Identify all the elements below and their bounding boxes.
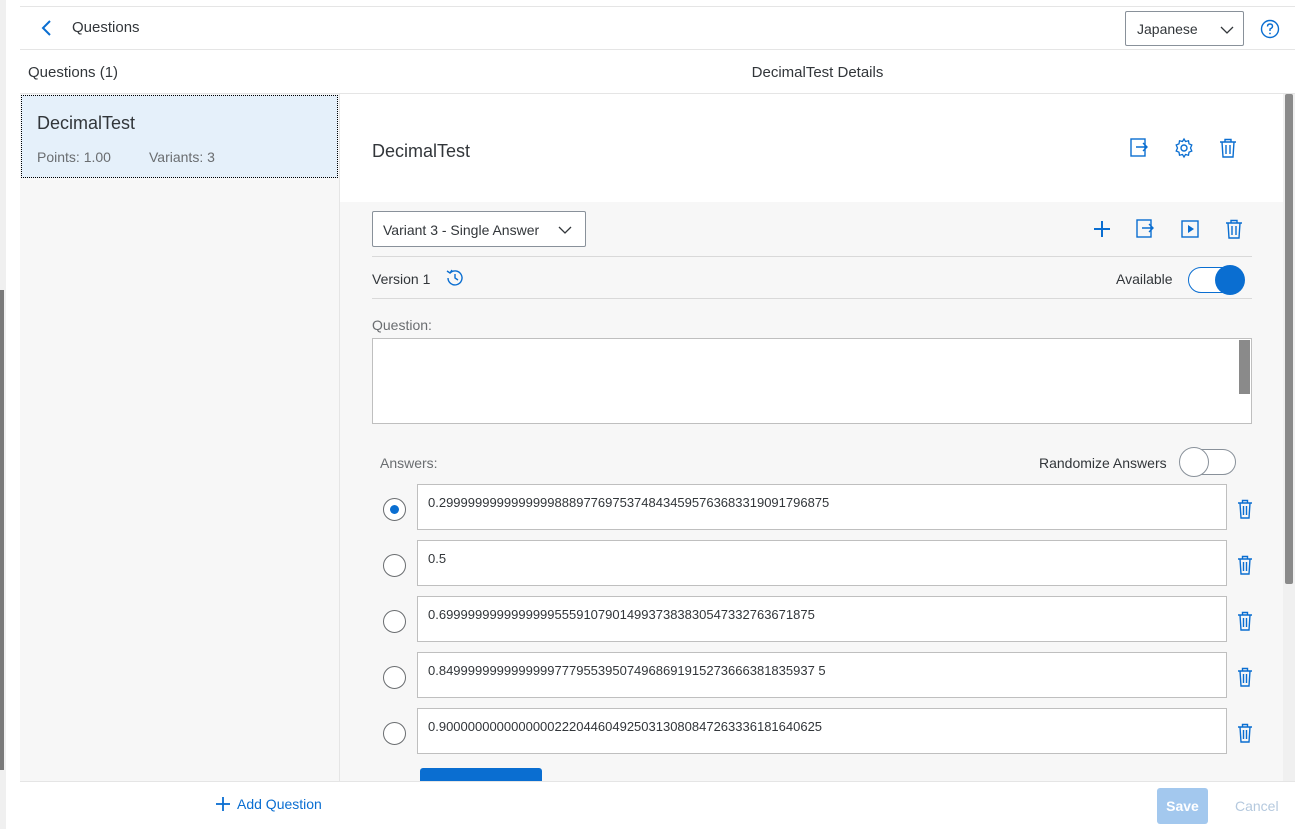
language-select[interactable]: Japanese [1125,11,1244,46]
left-edge [0,0,6,829]
divider [372,298,1252,299]
available-switch[interactable] [1188,265,1245,295]
top-bar: Questions Japanese [20,6,1295,50]
answer-row: 0.84999999999999997779553950749686919152… [380,652,1260,698]
trash-icon[interactable] [1235,722,1255,744]
answer-input[interactable]: 0.90000000000000002220446049250313080847… [417,708,1227,754]
answer-radio[interactable] [383,498,406,521]
available-label: Available [1116,271,1173,287]
back-icon[interactable] [36,17,58,39]
divider [372,256,1252,257]
chevron-down-icon [558,226,572,234]
list-item[interactable]: DecimalTest Points: 1.00 Variants: 3 [21,95,338,178]
answer-input[interactable]: 0.84999999999999997779553950749686919152… [417,652,1227,698]
language-value: Japanese [1137,21,1198,37]
answer-row: 0.69999999999999995559107901499373838305… [380,596,1260,642]
answer-input[interactable]: 0.5 [417,540,1227,586]
variant-value: Variant 3 - Single Answer [383,222,540,238]
textarea-scrollbar[interactable] [1239,340,1250,394]
question-label: Question: [372,317,432,333]
answer-radio[interactable] [383,666,406,689]
cancel-button[interactable]: Cancel [1235,798,1279,814]
add-variant-icon[interactable] [1090,217,1114,241]
object-title: DecimalTest [372,141,471,161]
history-icon[interactable] [444,267,466,289]
question-textarea[interactable] [372,338,1252,424]
preview-icon[interactable] [1178,217,1202,241]
detail-scrollbar[interactable] [1283,94,1295,781]
copy-icon[interactable] [1128,136,1152,160]
master-list-panel: Questions (1) DecimalTest Points: 1.00 V… [20,50,340,829]
trash-icon[interactable] [1235,554,1255,576]
randomize-switch[interactable] [1179,447,1236,477]
question-variants: Variants: 3 [149,149,215,165]
answer-row: 0.5 [380,540,1260,586]
trash-icon[interactable] [1235,666,1255,688]
switch-knob [1179,447,1209,477]
add-question-label: Add Question [237,796,322,812]
detail-footer: Save Cancel [340,781,1295,829]
add-answer-button[interactable] [420,768,542,781]
answer-row: 0.90000000000000002220446049250313080847… [380,708,1260,754]
question-name: DecimalTest [37,113,136,133]
answers-label: Answers: [380,455,438,471]
left-edge-scroll [0,290,4,770]
gear-icon[interactable] [1172,136,1196,160]
master-footer: Add Question [20,781,340,829]
trash-icon[interactable] [1235,498,1255,520]
trash-icon[interactable] [1216,136,1240,160]
answer-row: 0.29999999999999998889776975374843459576… [380,484,1260,530]
delete-variant-icon[interactable] [1222,217,1246,241]
trash-icon[interactable] [1235,610,1255,632]
variant-select[interactable]: Variant 3 - Single Answer [372,211,586,247]
detail-title: DecimalTest Details [751,64,884,81]
copy-variant-icon[interactable] [1134,217,1158,241]
add-question-button[interactable]: Add Question [215,796,322,812]
answer-radio[interactable] [383,722,406,745]
save-button[interactable]: Save [1157,788,1208,824]
switch-knob [1215,265,1245,295]
detail-header: DecimalTest Details [340,50,1295,94]
plus-icon [216,797,230,811]
answer-input[interactable]: 0.29999999999999998889776975374843459576… [417,484,1227,530]
answer-radio[interactable] [383,554,406,577]
question-points: Points: 1.00 [37,149,111,165]
master-header: Questions (1) [20,50,340,94]
randomize-label: Randomize Answers [1039,455,1167,471]
answer-input[interactable]: 0.69999999999999995559107901499373838305… [417,596,1227,642]
scroll-thumb[interactable] [1285,94,1293,584]
chevron-down-icon [1220,26,1234,34]
page-title: Questions [72,19,140,36]
version-label: Version 1 [372,271,431,287]
detail-panel: DecimalTest Details DecimalTest Variant … [340,50,1295,829]
help-icon[interactable] [1260,19,1280,39]
answer-radio[interactable] [383,610,406,633]
object-header: DecimalTest [340,94,1283,202]
app-root: Questions Japanese Questions (1) Decimal… [0,0,1295,829]
master-title: Questions (1) [28,64,119,81]
